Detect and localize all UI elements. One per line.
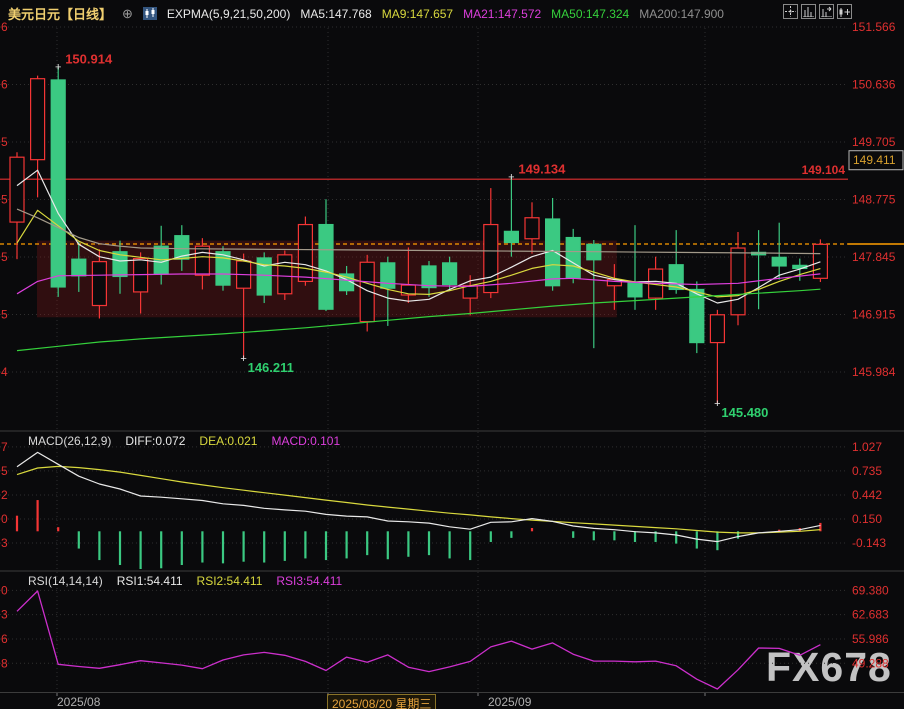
- ma5-value-label: MA5:147.768: [300, 7, 371, 21]
- low-marker-icon: +: [240, 353, 246, 365]
- high-marker-icon: +: [508, 171, 514, 183]
- y-axis-label: 150.636: [852, 78, 896, 92]
- macd-name-label: MACD(26,12,9): [28, 434, 111, 448]
- y-axis-left-digit: 5: [1, 250, 8, 264]
- chart-app: 美元日元【日线】 ⊕ EXPMA(5,9,21,50,200) MA5:147.…: [0, 0, 904, 709]
- indicator-name-label: EXPMA(5,9,21,50,200): [167, 7, 290, 21]
- candle-body: [504, 231, 518, 242]
- chart-toolbar: [783, 4, 852, 19]
- y-axis-label: 149.705: [852, 135, 896, 149]
- candlestick-mini-icon: [143, 7, 157, 20]
- candle-body: [319, 225, 333, 310]
- rsi-name-label: RSI(14,14,14): [28, 574, 103, 588]
- candle-body: [195, 246, 209, 275]
- ma200-value-label: MA200:147.900: [639, 7, 724, 21]
- y-axis-left-digit: 5: [1, 135, 8, 149]
- ma21-value-label: MA21:147.572: [463, 7, 541, 21]
- rsi-axis-left-digit: 6: [1, 632, 8, 646]
- candle-body: [463, 286, 477, 298]
- y-axis-left-digit: 6: [1, 78, 8, 92]
- candle-body: [10, 157, 24, 222]
- chart-add-icon[interactable]: [837, 4, 852, 19]
- candle-body: [51, 80, 65, 287]
- candle-body: [813, 244, 827, 278]
- ma9-value-label: MA9:147.657: [382, 7, 453, 21]
- macd-axis-left-digit: 5: [1, 464, 8, 478]
- macd-dea-label: DEA:0.021: [199, 434, 257, 448]
- y-axis-label: 147.845: [852, 250, 896, 264]
- candle-body: [31, 79, 45, 160]
- rsi-axis-label: 69.380: [852, 583, 889, 597]
- symbol-title: 美元日元【日线】: [8, 4, 112, 23]
- rsi-line: [17, 591, 820, 689]
- candle-body: [772, 257, 786, 266]
- macd-diff-line: [17, 452, 820, 541]
- macd-axis-left-digit: 0: [1, 512, 8, 526]
- date-label-selected: 2025/08/20 星期三: [327, 694, 436, 709]
- date-label-aug: 2025/08: [57, 695, 100, 709]
- resistance-line-label: 149.104: [802, 163, 846, 177]
- candle-body: [525, 218, 539, 239]
- date-axis: 2025/08 2025/08/20 星期三 2025/09: [0, 692, 904, 709]
- pan-crosshair-icon[interactable]: [783, 4, 798, 19]
- rsi-axis-label: 62.683: [852, 608, 889, 622]
- add-symbol-icon[interactable]: ⊕: [122, 7, 133, 20]
- macd-axis-label: 0.442: [852, 488, 882, 502]
- high-marker-icon: +: [55, 61, 61, 73]
- macd-axis-label: 1.027: [852, 440, 882, 454]
- macd-value-label: MACD:0.101: [271, 434, 340, 448]
- indicator-panel-icon[interactable]: [801, 4, 816, 19]
- macd-diff-label: DIFF:0.072: [125, 434, 185, 448]
- rsi-axis-left-digit: 0: [1, 583, 8, 597]
- candle-body: [92, 262, 106, 306]
- candle-body: [710, 315, 724, 343]
- macd-axis-left-digit: 2: [1, 488, 8, 502]
- candle-body: [278, 255, 292, 294]
- high-price-label: 149.134: [518, 161, 566, 176]
- ma50-value-label: MA50:147.324: [551, 7, 629, 21]
- y-axis-left-digit: 5: [1, 193, 8, 207]
- y-axis-left-digit: 4: [1, 365, 8, 379]
- rsi-axis-left-digit: 8: [1, 656, 8, 670]
- candle-body: [628, 283, 642, 297]
- candle-body: [72, 259, 86, 276]
- chart-header: 美元日元【日线】 ⊕ EXPMA(5,9,21,50,200) MA5:147.…: [0, 0, 904, 27]
- rsi-axis-label: 55.986: [852, 632, 889, 646]
- axis-price-box-label: 149.411: [853, 153, 896, 167]
- price-chart-svg: 151.5666150.6366149.7055148.7755147.8455…: [0, 0, 904, 709]
- rsi-axis-left-digit: 3: [1, 608, 8, 622]
- macd-axis-left-digit: 3: [1, 536, 8, 550]
- low-price-label: 145.480: [721, 405, 768, 420]
- candle-body: [298, 225, 312, 282]
- date-label-sep: 2025/09: [488, 695, 531, 709]
- rsi3-value-label: RSI3:54.411: [276, 574, 342, 588]
- macd-axis-label: 0.735: [852, 464, 882, 478]
- low-price-label: 146.211: [248, 360, 294, 375]
- chart-export-icon[interactable]: [819, 4, 834, 19]
- y-axis-label: 146.915: [852, 307, 896, 321]
- y-axis-label: 148.775: [852, 193, 896, 207]
- candle-body: [566, 238, 580, 279]
- high-price-label: 150.914: [65, 51, 113, 66]
- candle-body: [731, 248, 745, 315]
- rsi1-value-label: RSI1:54.411: [117, 574, 183, 588]
- candle-body: [216, 252, 230, 285]
- rsi-header: RSI(14,14,14) RSI1:54.411 RSI2:54.411 RS…: [28, 574, 342, 588]
- y-axis-left-digit: 5: [1, 307, 8, 321]
- candle-body: [422, 266, 436, 288]
- rsi-axis-label: 49.288: [852, 656, 889, 670]
- macd-axis-left-digit: 7: [1, 440, 8, 454]
- macd-axis-label: -0.143: [852, 536, 886, 550]
- candle-body: [443, 263, 457, 285]
- low-marker-icon: +: [714, 398, 720, 410]
- candle-body: [381, 263, 395, 288]
- macd-axis-label: 0.150: [852, 512, 882, 526]
- macd-header: MACD(26,12,9) DIFF:0.072 DEA:0.021 MACD:…: [28, 434, 340, 448]
- rsi2-value-label: RSI2:54.411: [197, 574, 263, 588]
- y-axis-label: 145.984: [852, 365, 896, 379]
